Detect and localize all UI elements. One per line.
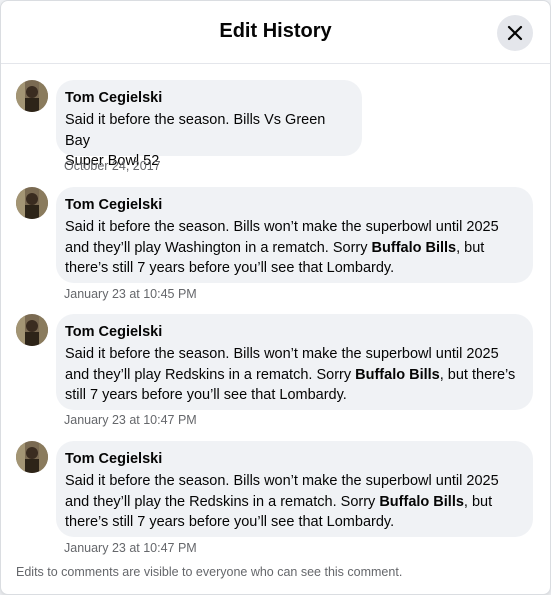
comment-bubble: Tom Cegielski Said it before the season.… [56,80,362,169]
mention-link[interactable]: Buffalo Bills [355,367,440,383]
comment-author[interactable]: Tom Cegielski [65,450,521,471]
comment-bubble: Tom Cegielski Said it before the season.… [56,187,533,283]
visibility-notice: Edits to comments are visible to everyon… [16,565,403,579]
avatar[interactable] [16,80,48,112]
comment-text: Said it before the season. Bills won’t m… [65,344,521,406]
comment-bubble: Tom Cegielski Said it before the season.… [56,314,533,410]
comment-text: Said it before the season. Bills won’t m… [65,471,521,533]
dialog-title: Edit History [219,20,332,42]
comment-text: Said it before the season. Bills won’t m… [65,217,521,279]
close-button[interactable] [497,15,533,51]
avatar[interactable] [16,187,48,219]
close-icon [507,25,523,41]
comment-bubble: Tom Cegielski Said it before the season.… [56,441,533,537]
comment-author[interactable]: Tom Cegielski [65,323,521,344]
comment-author[interactable]: Tom Cegielski [65,196,521,217]
edit-history-dialog: Edit History Tom Cegielski Said it befor… [0,0,551,595]
mention-link[interactable]: Buffalo Bills [372,240,457,256]
avatar[interactable] [16,314,48,346]
edit-timestamp: October 24, 2017 [64,159,161,173]
edit-timestamp: January 23 at 10:45 PM [64,287,197,301]
edit-timestamp: January 23 at 10:47 PM [64,541,197,555]
dialog-header: Edit History [1,1,550,64]
mention-link[interactable]: Buffalo Bills [379,494,464,510]
avatar[interactable] [16,441,48,473]
comment-author[interactable]: Tom Cegielski [65,89,350,110]
edit-timestamp: January 23 at 10:47 PM [64,413,197,427]
